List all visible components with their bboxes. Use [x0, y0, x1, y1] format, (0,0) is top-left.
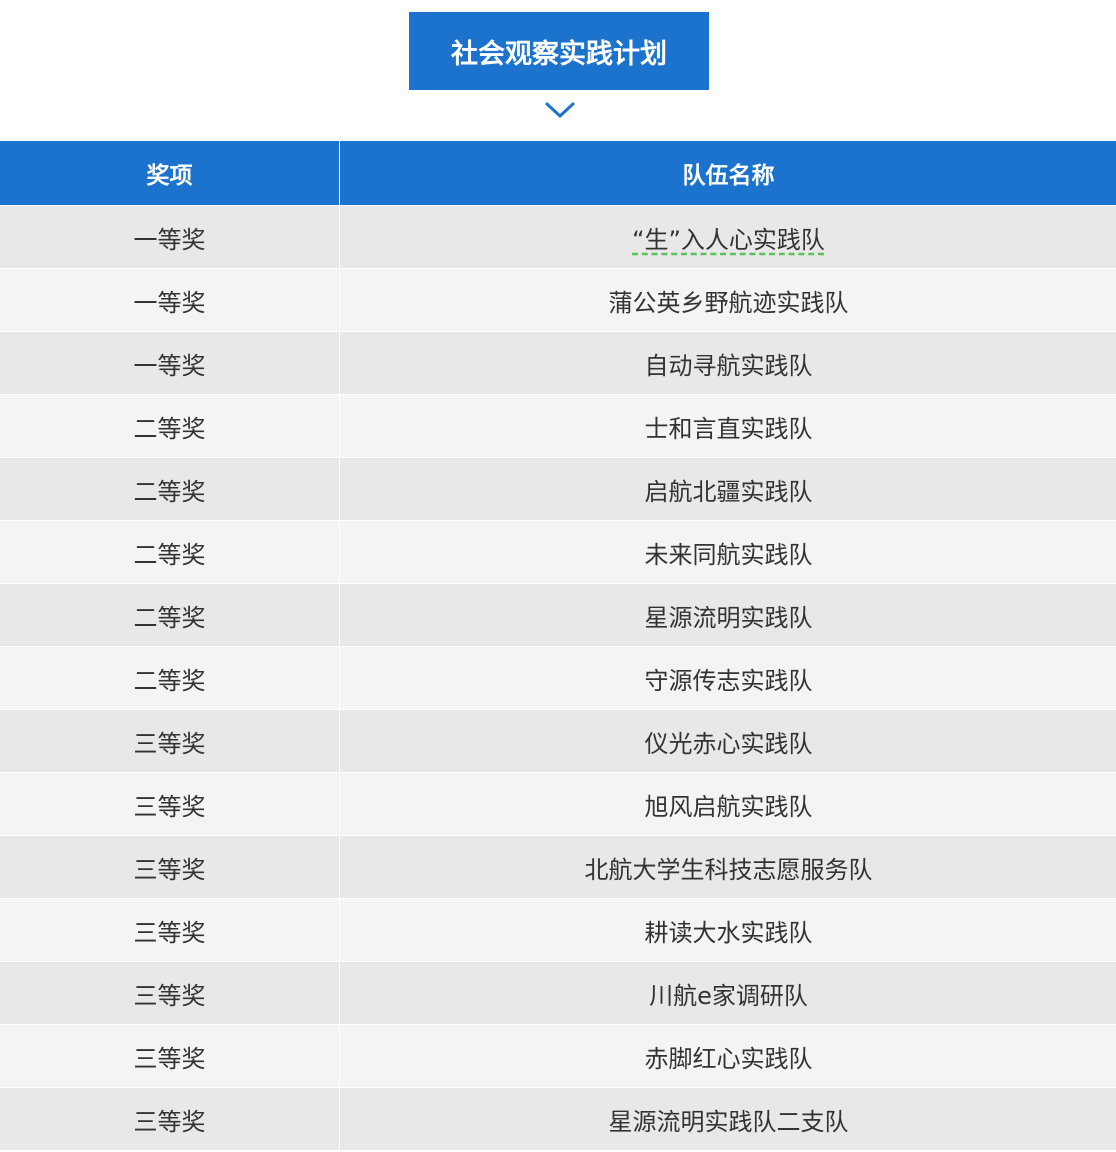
table-row: 三等奖 川航e家调研队 [0, 961, 1116, 1025]
award-cell: 二等奖 [0, 520, 340, 584]
table-row: 二等奖 启航北疆实践队 [0, 457, 1116, 521]
award-table: 奖项 队伍名称 一等奖 “生”入人心实践队 一等奖 蒲公英乡野航迹实践队 一等奖… [0, 141, 1116, 1150]
team-name-cell: 蒲公英乡野航迹实践队 [339, 268, 1116, 332]
award-cell: 一等奖 [0, 331, 340, 395]
table-row: 一等奖 蒲公英乡野航迹实践队 [0, 268, 1116, 332]
award-cell: 三等奖 [0, 772, 340, 836]
table-header-row: 奖项 队伍名称 [0, 141, 1116, 206]
team-name-cell: 自动寻航实践队 [339, 331, 1116, 395]
award-cell: 二等奖 [0, 646, 340, 710]
award-cell: 三等奖 [0, 898, 340, 962]
team-name-cell: 川航e家调研队 [339, 961, 1116, 1025]
chevron-down-icon [545, 102, 575, 118]
team-name-cell: 守源传志实践队 [339, 646, 1116, 710]
team-name-text: “生”入人心实践队 [632, 225, 825, 254]
award-cell: 三等奖 [0, 1087, 340, 1150]
award-cell: 一等奖 [0, 205, 340, 269]
table-row: 一等奖 自动寻航实践队 [0, 331, 1116, 395]
award-cell: 三等奖 [0, 709, 340, 773]
team-name-cell: 星源流明实践队 [339, 583, 1116, 647]
table-row: 三等奖 耕读大水实践队 [0, 898, 1116, 962]
page-title: 社会观察实践计划 [409, 12, 709, 90]
header-team-name: 队伍名称 [339, 141, 1116, 206]
table-row: 三等奖 星源流明实践队二支队 [0, 1087, 1116, 1150]
team-name-cell: 北航大学生科技志愿服务队 [339, 835, 1116, 899]
team-name-cell: 未来同航实践队 [339, 520, 1116, 584]
table-row: 一等奖 “生”入人心实践队 [0, 205, 1116, 269]
table-row: 三等奖 北航大学生科技志愿服务队 [0, 835, 1116, 899]
team-name-cell: “生”入人心实践队 [339, 205, 1116, 269]
award-cell: 三等奖 [0, 835, 340, 899]
team-name-cell: 旭风启航实践队 [339, 772, 1116, 836]
award-cell: 一等奖 [0, 268, 340, 332]
team-name-cell: 仪光赤心实践队 [339, 709, 1116, 773]
table-row: 三等奖 赤脚红心实践队 [0, 1024, 1116, 1088]
award-cell: 三等奖 [0, 1024, 340, 1088]
award-cell: 二等奖 [0, 457, 340, 521]
team-name-cell: 赤脚红心实践队 [339, 1024, 1116, 1088]
table-row: 三等奖 仪光赤心实践队 [0, 709, 1116, 773]
table-row: 二等奖 士和言直实践队 [0, 394, 1116, 458]
award-cell: 二等奖 [0, 394, 340, 458]
header-award: 奖项 [0, 141, 340, 206]
table-row: 二等奖 星源流明实践队 [0, 583, 1116, 647]
table-row: 二等奖 守源传志实践队 [0, 646, 1116, 710]
team-name-cell: 耕读大水实践队 [339, 898, 1116, 962]
award-cell: 三等奖 [0, 961, 340, 1025]
team-name-cell: 星源流明实践队二支队 [339, 1087, 1116, 1150]
team-name-cell: 士和言直实践队 [339, 394, 1116, 458]
award-cell: 二等奖 [0, 583, 340, 647]
table-row: 三等奖 旭风启航实践队 [0, 772, 1116, 836]
team-name-cell: 启航北疆实践队 [339, 457, 1116, 521]
table-row: 二等奖 未来同航实践队 [0, 520, 1116, 584]
